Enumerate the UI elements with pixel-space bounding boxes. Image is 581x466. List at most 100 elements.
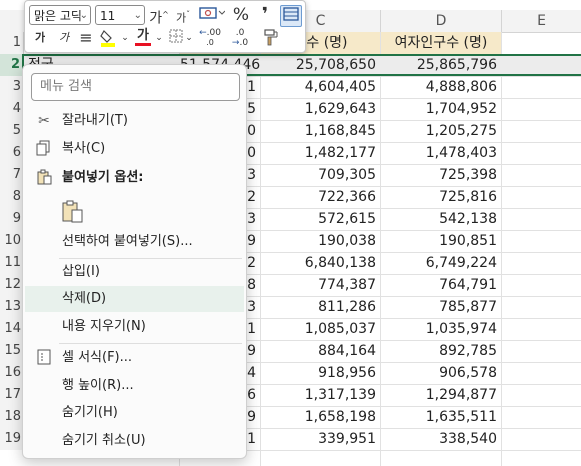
accounting-format-button[interactable] xyxy=(197,5,227,25)
font-size-value: 11 xyxy=(100,9,116,23)
cell-c[interactable]: 1,629,643 xyxy=(261,98,380,120)
select-all-corner[interactable] xyxy=(0,10,25,32)
format-table-icon xyxy=(283,7,299,21)
center-align-button[interactable]: ≡ xyxy=(77,28,95,48)
cell-c[interactable]: 25,708,650 xyxy=(261,54,380,76)
row-header[interactable]: 16 xyxy=(0,362,24,384)
cell-c[interactable]: 1,168,845 xyxy=(261,120,380,142)
font-color-button[interactable]: 가 xyxy=(133,26,153,46)
cell-d[interactable]: 725,398 xyxy=(381,164,501,186)
shrink-font-button[interactable]: 가ˇ xyxy=(173,5,193,25)
cell-d[interactable]: 1,704,952 xyxy=(381,98,501,120)
cell-d[interactable]: 892,785 xyxy=(381,340,501,362)
font-name-select[interactable]: 맑은 고딕 ⌄ xyxy=(29,5,91,25)
cell-d[interactable]: 1,205,275 xyxy=(381,120,501,142)
row-header[interactable]: 4 xyxy=(0,98,24,120)
cell-c[interactable]: 884,164 xyxy=(261,340,380,362)
cell-c[interactable]: 709,305 xyxy=(261,164,380,186)
cell-d[interactable]: 338,540 xyxy=(381,428,501,450)
column-header-e[interactable]: E xyxy=(502,10,581,32)
menu-item-insert[interactable]: 삽입(I) xyxy=(25,259,244,285)
cell-c[interactable]: 1,658,198 xyxy=(261,406,380,428)
cell-c[interactable]: 1,085,037 xyxy=(261,318,380,340)
row-header[interactable]: 15 xyxy=(0,340,24,362)
menu-item-copy[interactable]: 복사(C) xyxy=(25,136,244,162)
menu-item-clear-contents[interactable]: 내용 지우기(N) xyxy=(25,314,244,340)
grow-font-button[interactable]: 가^ xyxy=(149,5,169,27)
cell-c[interactable]: 1,317,139 xyxy=(261,384,380,406)
chevron-down-icon[interactable]: ⌄ xyxy=(155,28,163,48)
menu-item-row-height[interactable]: 행 높이(R)... xyxy=(25,373,244,399)
row-header[interactable]: 9 xyxy=(0,208,24,230)
cell-d[interactable]: 25,865,796 xyxy=(381,54,501,76)
cell-c[interactable]: 1,482,177 xyxy=(261,142,380,164)
menu-item-cut[interactable]: ✂ 잘라내기(T) xyxy=(25,108,244,134)
increase-decimal-label: .00 xyxy=(206,28,221,38)
comma-style-button[interactable]: ❜ xyxy=(255,5,275,25)
cell-c[interactable]: 339,951 xyxy=(261,428,380,450)
cell-d[interactable]: 725,816 xyxy=(381,186,501,208)
cell-d[interactable]: 1,478,403 xyxy=(381,142,501,164)
row-header[interactable]: 14 xyxy=(0,318,24,340)
cell-d[interactable]: 여자인구수 (명) xyxy=(381,32,501,54)
cell-d[interactable]: 785,877 xyxy=(381,296,501,318)
row-header[interactable]: 17 xyxy=(0,384,24,406)
menu-search-placeholder: 메뉴 검색 xyxy=(40,79,92,94)
borders-button[interactable] xyxy=(167,28,185,48)
cell-c[interactable]: 918,956 xyxy=(261,362,380,384)
menu-item-delete[interactable]: 삭제(D) xyxy=(25,286,244,312)
bold-button[interactable]: 가 xyxy=(31,28,49,48)
cell-c[interactable]: 722,366 xyxy=(261,186,380,208)
menu-search-input[interactable]: 메뉴 검색 xyxy=(31,73,240,101)
cell-d[interactable]: 542,138 xyxy=(381,208,501,230)
font-color-label: 가 xyxy=(137,28,149,43)
cell-c[interactable]: 190,038 xyxy=(261,230,380,252)
paste-option-button[interactable] xyxy=(60,199,86,225)
font-size-select[interactable]: 11 ⌄ xyxy=(95,5,145,25)
menu-item-format-cells[interactable]: 셀 서식(F)... xyxy=(25,345,244,371)
row-header[interactable]: 10 xyxy=(0,230,24,252)
menu-item-unhide[interactable]: 숨기기 취소(U) xyxy=(25,428,244,454)
cell-c[interactable]: 6,840,138 xyxy=(261,252,380,274)
italic-button[interactable]: 가 xyxy=(55,28,73,48)
row-header[interactable]: 2 xyxy=(0,54,24,76)
cell-d[interactable]: 6,749,224 xyxy=(381,252,501,274)
cell-d[interactable]: 1,635,511 xyxy=(381,406,501,428)
format-painter-button[interactable] xyxy=(261,28,281,48)
cell-d[interactable]: 190,851 xyxy=(381,230,501,252)
cell-d[interactable]: 4,888,806 xyxy=(381,76,501,98)
cell-c[interactable]: 811,286 xyxy=(261,296,380,318)
row-header[interactable]: 18 xyxy=(0,406,24,428)
chevron-down-icon[interactable]: ⌄ xyxy=(121,28,129,48)
row-header[interactable]: 1 xyxy=(0,32,24,54)
decrease-decimal-button[interactable]: .0 →.0 xyxy=(227,28,253,48)
row-header[interactable]: 6 xyxy=(0,142,24,164)
fill-color-button[interactable] xyxy=(99,28,121,48)
percent-style-button[interactable]: % xyxy=(231,5,251,25)
row-header[interactable]: 8 xyxy=(0,186,24,208)
cell-c[interactable]: 774,387 xyxy=(261,274,380,296)
row-header[interactable]: 5 xyxy=(0,120,24,142)
menu-item-paste-special[interactable]: 선택하여 붙여넣기(S)... xyxy=(25,229,244,255)
row-header[interactable]: 19 xyxy=(0,428,24,450)
column-header-d[interactable]: D xyxy=(381,10,502,32)
row-header[interactable]: 13 xyxy=(0,296,24,318)
menu-item-label: 선택하여 붙여넣기(S)... xyxy=(62,234,193,249)
cell-c[interactable]: 572,615 xyxy=(261,208,380,230)
menu-item-label: 복사(C) xyxy=(62,141,106,156)
row-header[interactable]: 3 xyxy=(0,76,24,98)
row-header[interactable]: 11 xyxy=(0,252,24,274)
cell-d[interactable]: 906,578 xyxy=(381,362,501,384)
increase-decimal-button[interactable]: ←.00.0 xyxy=(197,28,223,48)
font-name-value: 맑은 고딕 xyxy=(34,9,82,23)
format-painter-toggle[interactable] xyxy=(280,5,302,27)
row-header[interactable]: 12 xyxy=(0,274,24,296)
cell-c[interactable]: 4,604,405 xyxy=(261,76,380,98)
chevron-down-icon[interactable]: ⌄ xyxy=(185,28,193,48)
cell-d[interactable]: 764,791 xyxy=(381,274,501,296)
cell-d[interactable]: 1,294,877 xyxy=(381,384,501,406)
cell-d[interactable]: 1,035,974 xyxy=(381,318,501,340)
menu-item-hide[interactable]: 숨기기(H) xyxy=(25,400,244,426)
currency-icon xyxy=(199,7,226,19)
row-header[interactable]: 7 xyxy=(0,164,24,186)
